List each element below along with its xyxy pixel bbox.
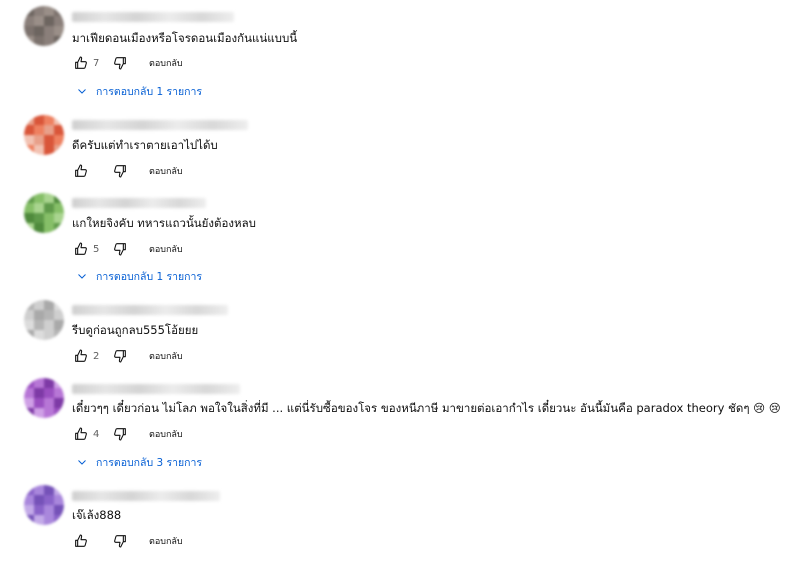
comment-actions: 2 ตอบกลับ <box>72 346 183 366</box>
like-icon[interactable] <box>72 347 90 365</box>
replies-label: การตอบกลับ 1 รายการ <box>96 270 203 283</box>
author-name-blurred[interactable] <box>72 491 220 501</box>
avatar[interactable] <box>24 193 64 233</box>
avatar-image <box>24 6 64 46</box>
dislike-icon[interactable] <box>111 162 129 180</box>
avatar-image <box>24 115 64 155</box>
reply-button[interactable]: ตอบกลับ <box>149 242 183 256</box>
comment-text: เจ๊เล้ง888 <box>72 508 122 522</box>
comment-text: แกใหยจิงคับ ทหารแถวนั้นยังต้องหลบ <box>72 216 256 230</box>
like-icon[interactable] <box>72 425 90 443</box>
like-count: 2 <box>93 350 100 362</box>
comment-text: เดี๋ยวๆๆ เดี๋ยวก่อน ไม่โลภ พอใจในสิ่งที่… <box>72 401 781 415</box>
comment-actions: ตอบกลับ <box>72 531 183 551</box>
dislike-icon[interactable] <box>111 425 129 443</box>
comment-text: รีบดูก่อนถูกลบ555โอ้ยยย <box>72 323 199 337</box>
reply-button[interactable]: ตอบกลับ <box>149 56 183 70</box>
like-icon[interactable] <box>72 240 90 258</box>
avatar-image <box>24 193 64 233</box>
avatar-image <box>24 378 64 418</box>
author-name-blurred[interactable] <box>72 384 240 394</box>
dislike-icon[interactable] <box>111 532 129 550</box>
avatar[interactable] <box>24 300 64 340</box>
like-count: 7 <box>93 57 100 69</box>
comment-actions: 7 ตอบกลับ <box>72 53 183 73</box>
author-name-blurred[interactable] <box>72 12 234 22</box>
author-name-blurred[interactable] <box>72 198 206 208</box>
reply-button[interactable]: ตอบกลับ <box>149 164 183 178</box>
author-name-blurred[interactable] <box>72 305 228 315</box>
like-icon[interactable] <box>72 54 90 72</box>
comment-actions: 5 ตอบกลับ <box>72 239 183 259</box>
comment-actions: ตอบกลับ <box>72 161 183 181</box>
comment-text: ดีครับแต่ทำเราตายเอาไปได้บ <box>72 138 218 152</box>
reply-button[interactable]: ตอบกลับ <box>149 349 183 363</box>
reply-button[interactable]: ตอบกลับ <box>149 534 183 548</box>
view-replies-button[interactable]: การตอบกลับ 1 รายการ <box>76 82 202 100</box>
dislike-icon[interactable] <box>111 240 129 258</box>
comment-actions: 4 ตอบกลับ <box>72 424 183 444</box>
avatar-image <box>24 485 64 525</box>
comment-text: มาเฟียดอนเมืองหรือโจรดอนเมืองกันแน่แบบนี… <box>72 31 298 45</box>
replies-label: การตอบกลับ 3 รายการ <box>96 456 203 469</box>
view-replies-button[interactable]: การตอบกลับ 3 รายการ <box>76 453 202 471</box>
avatar[interactable] <box>24 485 64 525</box>
like-count: 4 <box>93 428 100 440</box>
avatar-image <box>24 300 64 340</box>
like-icon[interactable] <box>72 532 90 550</box>
chevron-down-icon <box>78 274 86 279</box>
avatar[interactable] <box>24 115 64 155</box>
reply-button[interactable]: ตอบกลับ <box>149 427 183 441</box>
replies-label: การตอบกลับ 1 รายการ <box>96 85 203 98</box>
chevron-down-icon <box>78 89 86 94</box>
avatar[interactable] <box>24 6 64 46</box>
chevron-down-icon <box>78 460 86 465</box>
view-replies-button[interactable]: การตอบกลับ 1 รายการ <box>76 267 202 285</box>
avatar[interactable] <box>24 378 64 418</box>
like-count: 5 <box>93 243 100 255</box>
like-icon[interactable] <box>72 162 90 180</box>
dislike-icon[interactable] <box>111 347 129 365</box>
dislike-icon[interactable] <box>111 54 129 72</box>
author-name-blurred[interactable] <box>72 120 248 130</box>
